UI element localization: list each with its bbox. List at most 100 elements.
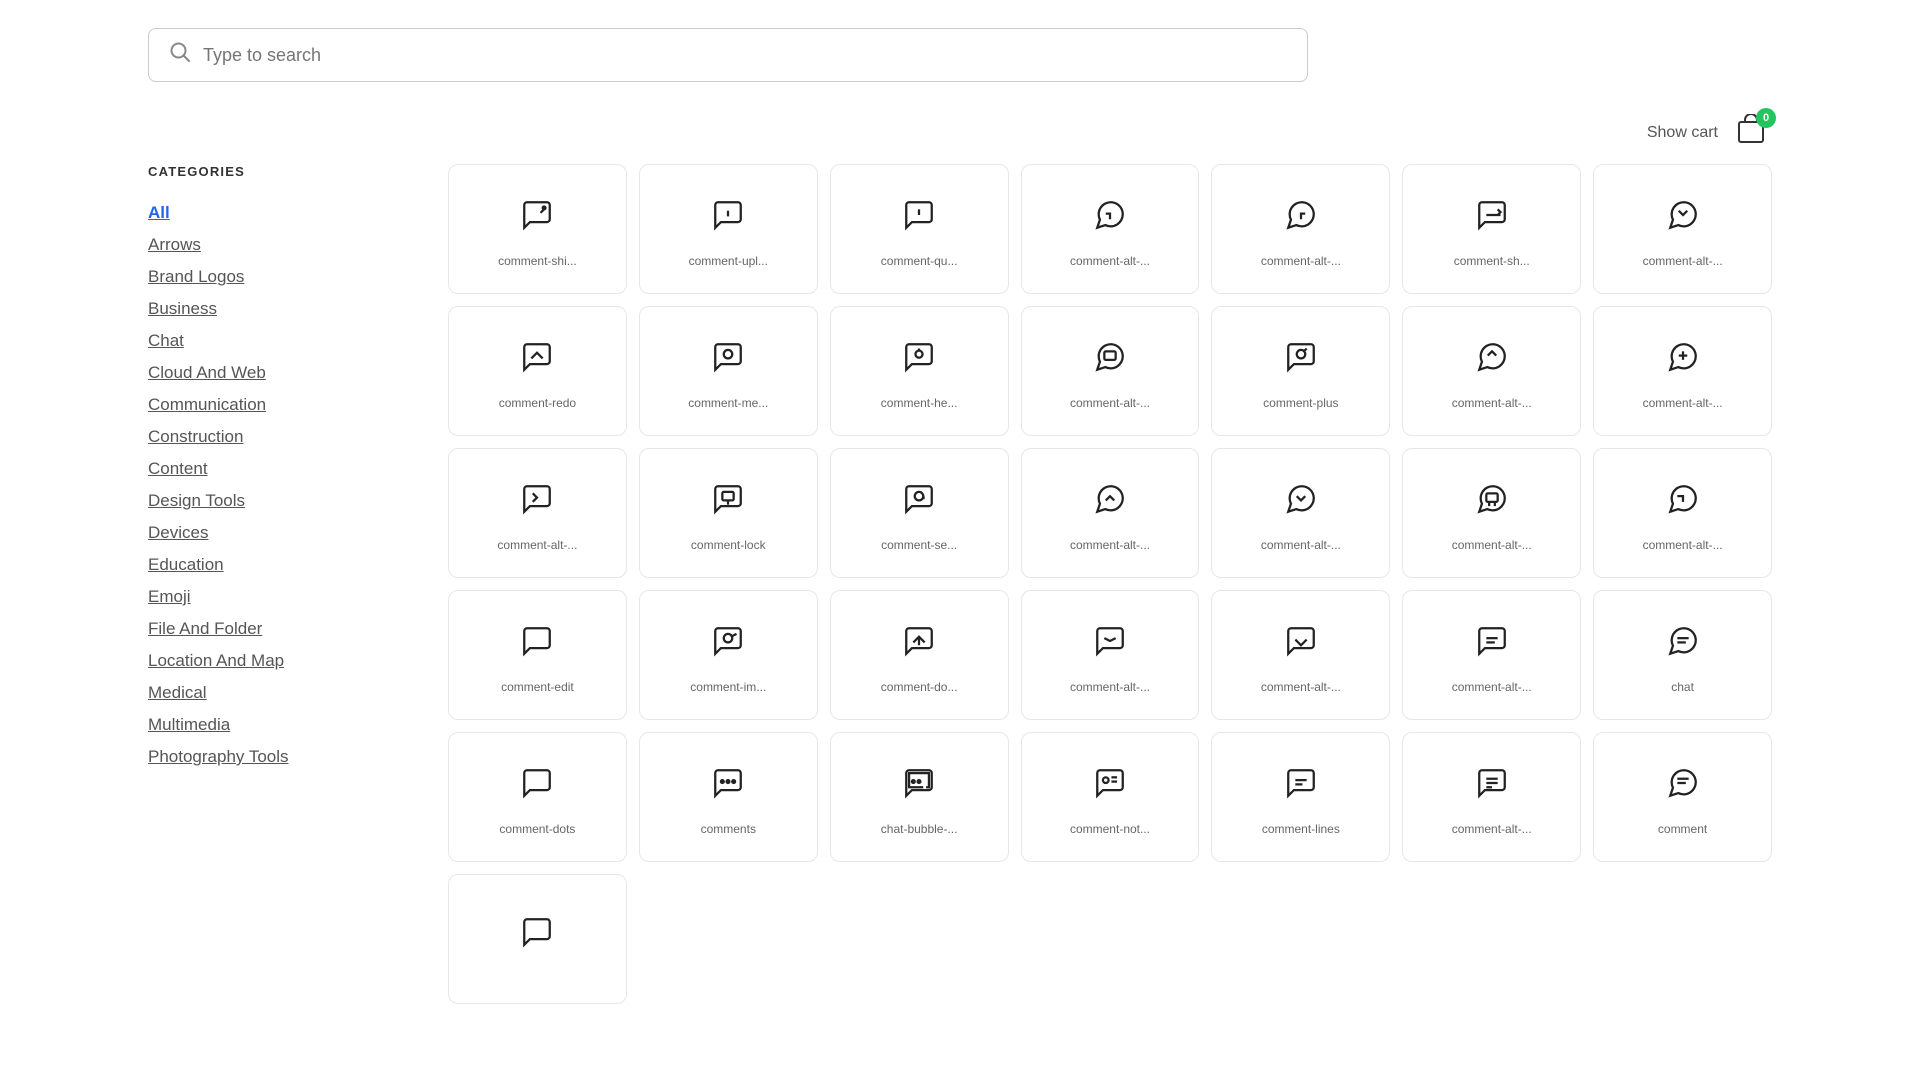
sidebar-item-emoji[interactable]: Emoji [148,581,408,613]
icon-card[interactable]: comment-alt-... [1021,448,1200,578]
sidebar-item-all[interactable]: All [148,197,408,229]
cart-button[interactable]: 0 [1730,112,1772,154]
icon-card[interactable]: comment [1593,732,1772,862]
icon-card[interactable]: comment-dots [448,732,627,862]
icon-label: comment [1658,822,1707,836]
icon-card[interactable]: comment-he... [830,306,1009,436]
icon-card[interactable]: comment-alt-... [1021,590,1200,720]
icon-card[interactable]: comment-upl... [639,164,818,294]
sidebar-item-file-and-folder[interactable]: File And Folder [148,613,408,645]
icon-card[interactable] [448,874,627,1004]
show-cart-label: Show cart [1647,124,1718,142]
icon-label: comment-dots [499,822,575,836]
search-box [148,28,1308,82]
search-input[interactable] [203,45,1287,66]
icon-label: comment-alt-... [497,538,577,552]
icon-card[interactable]: comment-plus [1211,306,1390,436]
icon-card[interactable]: chat-bubble-... [830,732,1009,862]
sidebar-item-arrows[interactable]: Arrows [148,229,408,261]
sidebar-item-education[interactable]: Education [148,549,408,581]
icon-card[interactable]: comment-alt-... [448,448,627,578]
icon-card[interactable]: comment-redo [448,306,627,436]
icon-label: comment-alt-... [1261,538,1341,552]
icon-label: comment-lines [1262,822,1340,836]
icon-label: comment-plus [1263,396,1338,410]
sidebar-item-construction[interactable]: Construction [148,421,408,453]
icon-label: chat-bubble-... [881,822,958,836]
page-wrapper: Show cart 0 CATEGORIES AllArrowsBrand Lo… [0,0,1920,1080]
icon-card[interactable]: comment-alt-... [1402,448,1581,578]
icon-label: comment-alt-... [1070,680,1150,694]
icon-label: comment-alt-... [1643,254,1723,268]
icon-glyph [711,766,745,808]
icon-card[interactable]: comment-alt-... [1593,164,1772,294]
icon-card[interactable]: comment-qu... [830,164,1009,294]
icon-glyph [1475,482,1509,524]
icon-label: comment-shi... [498,254,577,268]
icon-glyph [1475,624,1509,666]
icon-glyph [1093,482,1127,524]
icon-glyph [1666,198,1700,240]
icon-label: comment-alt-... [1261,680,1341,694]
icon-glyph [1093,766,1127,808]
icon-card[interactable]: comment-alt-... [1593,306,1772,436]
icon-card[interactable]: comments [639,732,818,862]
sidebar-item-communication[interactable]: Communication [148,389,408,421]
icon-glyph [902,624,936,666]
icon-glyph [520,766,554,808]
sidebar-item-cloud-and-web[interactable]: Cloud And Web [148,357,408,389]
sidebar-item-design-tools[interactable]: Design Tools [148,485,408,517]
icon-label: comment-upl... [689,254,768,268]
icon-card[interactable]: comment-lines [1211,732,1390,862]
icon-card[interactable]: comment-alt-... [1402,590,1581,720]
icon-glyph [1475,198,1509,240]
icon-card[interactable]: comment-not... [1021,732,1200,862]
icon-card[interactable]: comment-edit [448,590,627,720]
icon-card[interactable]: comment-alt-... [1593,448,1772,578]
sidebar-item-business[interactable]: Business [148,293,408,325]
icon-card[interactable]: comment-se... [830,448,1009,578]
icon-label: comment-not... [1070,822,1150,836]
icon-glyph [711,198,745,240]
icon-card[interactable]: comment-alt-... [1211,164,1390,294]
icon-card[interactable]: comment-alt-... [1021,306,1200,436]
icon-label: comment-alt-... [1643,396,1723,410]
sidebar-item-devices[interactable]: Devices [148,517,408,549]
icon-glyph [1666,766,1700,808]
sidebar: CATEGORIES AllArrowsBrand LogosBusinessC… [148,154,408,1080]
sidebar-item-medical[interactable]: Medical [148,677,408,709]
icon-glyph [520,624,554,666]
icon-glyph [711,624,745,666]
sidebar-item-photography-tools[interactable]: Photography Tools [148,741,408,773]
icon-card[interactable]: comment-alt-... [1402,732,1581,862]
icon-label: comment-alt-... [1452,538,1532,552]
icon-card[interactable]: comment-im... [639,590,818,720]
icon-card[interactable]: comment-alt-... [1021,164,1200,294]
icon-label: chat [1671,680,1694,694]
icon-label: comment-alt-... [1452,396,1532,410]
cart-area: Show cart 0 [0,102,1920,154]
icon-glyph [1284,340,1318,382]
icon-card[interactable]: chat [1593,590,1772,720]
sidebar-item-location-and-map[interactable]: Location And Map [148,645,408,677]
sidebar-item-chat[interactable]: Chat [148,325,408,357]
sidebar-item-brand-logos[interactable]: Brand Logos [148,261,408,293]
icon-glyph [1475,766,1509,808]
icon-glyph [1475,340,1509,382]
icon-label: comment-alt-... [1643,538,1723,552]
icons-area: comment-shi... comment-upl... comment-qu..… [448,154,1772,1080]
icon-card[interactable]: comment-alt-... [1211,590,1390,720]
icon-card[interactable]: comment-alt-... [1211,448,1390,578]
sidebar-item-multimedia[interactable]: Multimedia [148,709,408,741]
sidebar-item-content[interactable]: Content [148,453,408,485]
icon-card[interactable]: comment-me... [639,306,818,436]
icon-glyph [520,198,554,240]
icon-card[interactable]: comment-sh... [1402,164,1581,294]
icon-card[interactable]: comment-alt-... [1402,306,1581,436]
cart-badge: 0 [1756,108,1776,128]
icon-glyph [902,766,936,808]
icon-card[interactable]: comment-do... [830,590,1009,720]
icon-glyph [1284,198,1318,240]
icon-card[interactable]: comment-shi... [448,164,627,294]
icon-card[interactable]: comment-lock [639,448,818,578]
